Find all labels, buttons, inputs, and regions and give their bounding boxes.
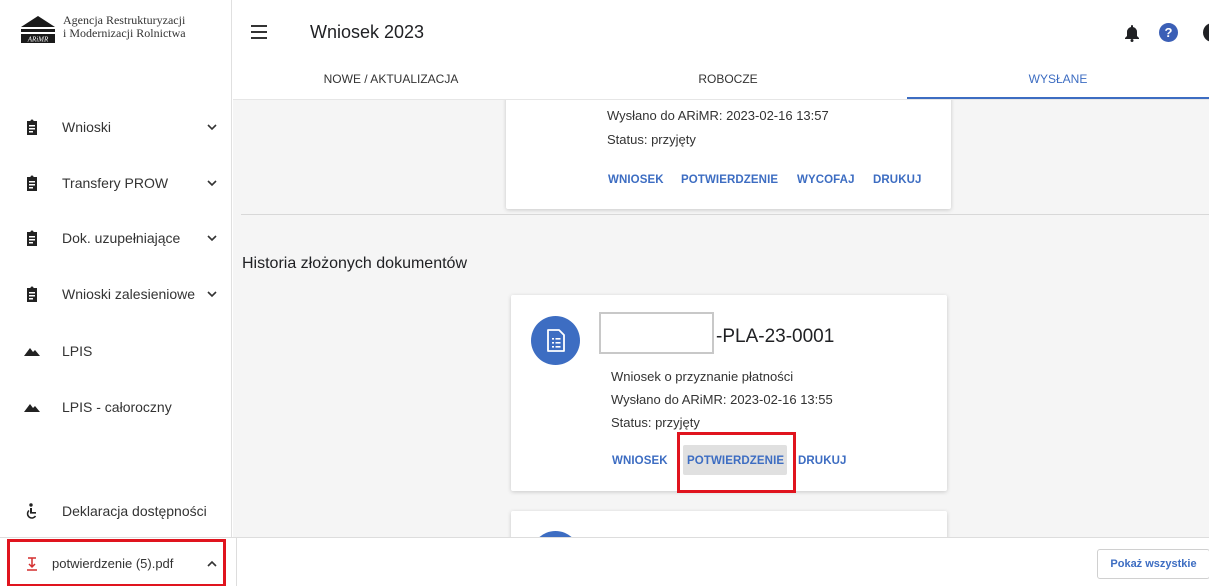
arimr-logo-icon: ARiMR — [20, 14, 56, 44]
history-section-title: Historia złożonych dokumentów — [242, 255, 467, 272]
terrain-icon — [24, 404, 40, 412]
chevron-down-icon — [207, 180, 217, 187]
page-title: Wniosek 2023 — [310, 22, 425, 42]
status-text: Status: przyjęty — [611, 415, 700, 430]
main-content: Wysłano do ARiMR: 2023-02-16 13:57 Statu… — [233, 100, 1209, 537]
sidebar-item-label: Dok. uzupełniające — [62, 230, 181, 246]
clipboard-icon — [27, 119, 37, 135]
drukuj-button[interactable]: DRUKUJ — [873, 174, 922, 186]
tab-nowe-aktualizacja[interactable]: NOWE / AKTUALIZACJA — [233, 66, 549, 100]
top-bar: Wniosek 2023 ? — [233, 0, 1209, 66]
clipboard-icon — [27, 286, 37, 302]
sidebar-item-dok-uzupelniajace[interactable]: Dok. uzupełniające — [0, 218, 232, 258]
sidebar-item-wnioski[interactable]: Wnioski — [0, 107, 232, 147]
sidebar-item-transfery-prow[interactable]: Transfery PROW — [0, 163, 232, 203]
chevron-down-icon — [207, 291, 217, 298]
bell-icon[interactable] — [1124, 24, 1140, 42]
help-icon[interactable]: ? — [1159, 23, 1178, 42]
sidebar-item-lpis-caloroczny[interactable]: LPIS - całoroczny — [0, 387, 232, 427]
annotation-highlight-frame — [677, 432, 796, 493]
history-document-card-next — [511, 511, 947, 537]
annotation-highlight-frame — [7, 539, 226, 586]
sidebar-item-deklaracja-dostepnosci[interactable]: Deklaracja dostępności — [0, 491, 232, 531]
tab-wyslane[interactable]: WYSŁANE — [907, 66, 1209, 100]
arimr-logo[interactable]: ARiMR Agencja Restrukturyzacji i Moderni… — [20, 14, 186, 44]
sidebar-item-label: Wnioski — [62, 119, 112, 135]
active-tab-indicator — [907, 97, 1209, 99]
hamburger-menu-icon[interactable] — [251, 25, 267, 39]
document-avatar — [531, 316, 580, 365]
brand-line-2: i Modernizacji Rolnictwa — [63, 26, 186, 40]
sidebar-item-lpis[interactable]: LPIS — [0, 331, 232, 371]
potwierdzenie-button[interactable]: POTWIERDZENIE — [681, 174, 778, 186]
sidebar-item-wnioski-zalesieniowe[interactable]: Wnioski zalesieniowe — [0, 274, 232, 314]
status-text: Status: przyjęty — [607, 132, 696, 147]
history-document-card: -PLA-23-0001 Wniosek o przyznanie płatno… — [511, 295, 947, 493]
chevron-down-icon — [207, 235, 217, 242]
tab-robocze[interactable]: ROBOCZE — [549, 66, 907, 100]
redacted-identifier — [599, 312, 714, 354]
current-application-card: Wysłano do ARiMR: 2023-02-16 13:57 Statu… — [506, 100, 951, 209]
tab-bar: NOWE / AKTUALIZACJA ROBOCZE WYSŁANE — [233, 66, 1209, 100]
sidebar-item-label: Deklaracja dostępności — [62, 503, 207, 519]
sidebar-item-label: LPIS - całoroczny — [62, 399, 172, 415]
sidebar-item-label: Wnioski zalesieniowe — [62, 286, 196, 302]
sidebar-item-label: LPIS — [62, 343, 93, 359]
sent-date: Wysłano do ARiMR: 2023-02-16 13:57 — [607, 108, 829, 123]
clipboard-icon — [27, 230, 37, 246]
show-all-downloads-button[interactable]: Pokaż wszystkie — [1097, 549, 1209, 579]
brand-name: Agencja Restrukturyzacji i Modernizacji … — [63, 14, 186, 40]
download-bar-separator — [236, 538, 237, 586]
sent-date: Wysłano do ARiMR: 2023-02-16 13:55 — [611, 392, 833, 407]
accessibility-icon — [26, 503, 37, 519]
user-account-icon[interactable] — [1203, 23, 1209, 42]
drukuj-button[interactable]: DRUKUJ — [798, 455, 847, 467]
sidebar: ARiMR Agencja Restrukturyzacji i Moderni… — [0, 0, 232, 537]
document-list-icon — [547, 329, 565, 352]
sidebar-item-label: Transfery PROW — [62, 175, 169, 191]
document-description: Wniosek o przyznanie płatności — [611, 369, 794, 384]
terrain-icon — [24, 348, 40, 356]
section-divider — [241, 214, 1209, 215]
clipboard-icon — [27, 175, 37, 191]
wniosek-button[interactable]: WNIOSEK — [608, 174, 664, 186]
wycofaj-button[interactable]: WYCOFAJ — [797, 174, 855, 186]
download-bar: potwierdzenie (5).pdf Pokaż wszystkie — [0, 537, 1209, 586]
wniosek-button[interactable]: WNIOSEK — [612, 455, 668, 467]
logo-mark-text: ARiMR — [27, 36, 49, 44]
document-code: -PLA-23-0001 — [716, 326, 835, 347]
chevron-down-icon — [207, 124, 217, 131]
